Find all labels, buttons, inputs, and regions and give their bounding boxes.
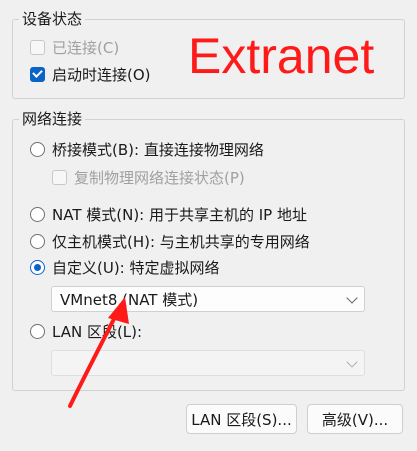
host-only-radio[interactable] bbox=[30, 233, 45, 249]
bridged-radio[interactable] bbox=[30, 141, 45, 157]
bridged-radio-row[interactable]: 桥接模式(B): 直接连接物理网络 bbox=[30, 138, 264, 160]
replicate-state-label: 复制物理网络连接状态(P) bbox=[74, 168, 245, 187]
connected-label: 已连接(C) bbox=[52, 38, 120, 57]
connected-checkbox bbox=[30, 39, 45, 55]
network-connection-title: 网络连接 bbox=[19, 109, 86, 129]
connect-at-power-on-row[interactable]: 启动时连接(O) bbox=[30, 63, 151, 85]
nat-radio-row[interactable]: NAT 模式(N): 用于共享主机的 IP 地址 bbox=[30, 203, 307, 225]
lan-segment-radio-row[interactable]: LAN 区段(L): bbox=[30, 320, 142, 342]
lan-segment-dropdown bbox=[51, 350, 365, 376]
custom-radio-row[interactable]: 自定义(U): 特定虚拟网络 bbox=[30, 256, 220, 278]
custom-network-dropdown[interactable]: VMnet8 (NAT 模式) bbox=[51, 286, 365, 312]
replicate-state-checkbox bbox=[52, 169, 67, 185]
nat-label[interactable]: NAT 模式(N): 用于共享主机的 IP 地址 bbox=[52, 204, 307, 225]
bridged-label[interactable]: 桥接模式(B): 直接连接物理网络 bbox=[52, 139, 264, 160]
lan-segment-radio[interactable] bbox=[30, 323, 45, 339]
connect-at-power-on-checkbox[interactable] bbox=[30, 66, 45, 82]
chevron-down-icon bbox=[346, 356, 358, 368]
lan-segments-button[interactable]: LAN 区段(S)... bbox=[186, 404, 297, 434]
connect-at-power-on-label[interactable]: 启动时连接(O) bbox=[52, 64, 151, 85]
host-only-radio-row[interactable]: 仅主机模式(H): 与主机共享的专用网络 bbox=[30, 230, 310, 252]
device-status-title: 设备状态 bbox=[19, 9, 86, 29]
chevron-down-icon bbox=[346, 292, 358, 304]
custom-network-value: VMnet8 (NAT 模式) bbox=[60, 290, 199, 309]
custom-radio[interactable] bbox=[30, 259, 45, 275]
replicate-state-row: 复制物理网络连接状态(P) bbox=[52, 166, 245, 188]
advanced-button[interactable]: 高级(V)... bbox=[307, 404, 403, 434]
nat-radio[interactable] bbox=[30, 206, 45, 222]
custom-label[interactable]: 自定义(U): 特定虚拟网络 bbox=[52, 257, 220, 278]
extranet-annotation: Extranet bbox=[188, 28, 375, 84]
host-only-label[interactable]: 仅主机模式(H): 与主机共享的专用网络 bbox=[52, 231, 310, 252]
lan-segment-label[interactable]: LAN 区段(L): bbox=[52, 321, 142, 342]
connected-checkbox-row: 已连接(C) bbox=[30, 36, 119, 58]
